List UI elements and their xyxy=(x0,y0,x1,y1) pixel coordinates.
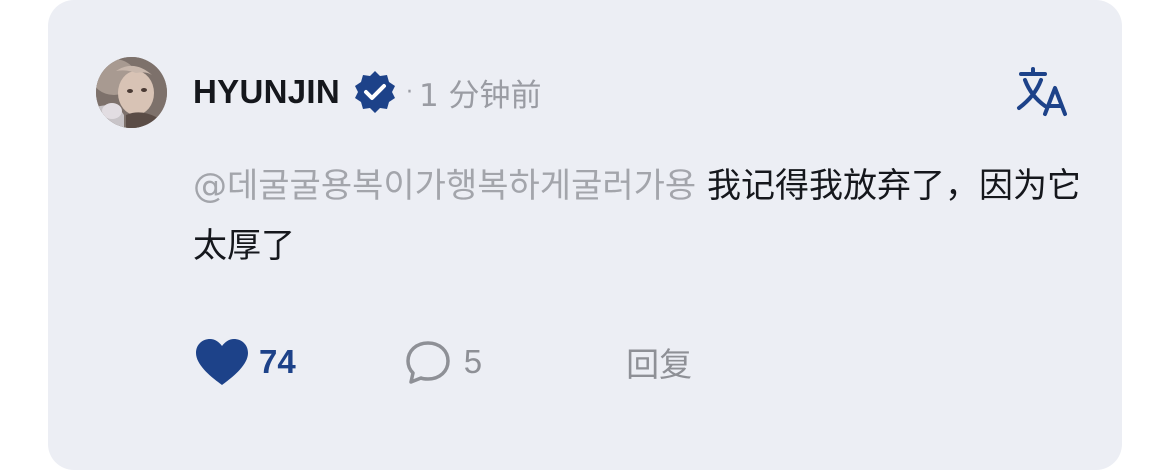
comment-header: HYUNJIN · 1 分钟前 xyxy=(193,66,542,118)
time-separator: · xyxy=(405,79,413,105)
timestamp: 1 分钟前 xyxy=(418,77,542,114)
user-avatar[interactable] xyxy=(96,57,167,128)
like-count: 74 xyxy=(259,343,296,380)
translate-icon xyxy=(1017,67,1067,116)
comment-actions: 74 5 回复 xyxy=(193,332,692,392)
comment-count: 5 xyxy=(463,343,483,380)
comment-bubble-icon xyxy=(405,341,450,384)
translate-button[interactable] xyxy=(1015,66,1071,118)
heart-icon xyxy=(196,339,248,385)
mention-link[interactable]: @데굴굴용복이가행복하게굴러가용 xyxy=(193,166,696,206)
comment-button[interactable]: 5 xyxy=(404,338,482,386)
verified-badge-icon xyxy=(354,71,395,113)
comment-body: @데굴굴용복이가행복하게굴러가용 我记得我放弃了，因为它太厚了 xyxy=(193,156,1083,276)
reply-button[interactable]: 回复 xyxy=(626,338,692,386)
username[interactable]: HYUNJIN xyxy=(193,73,340,111)
like-button[interactable]: 74 xyxy=(193,337,296,387)
